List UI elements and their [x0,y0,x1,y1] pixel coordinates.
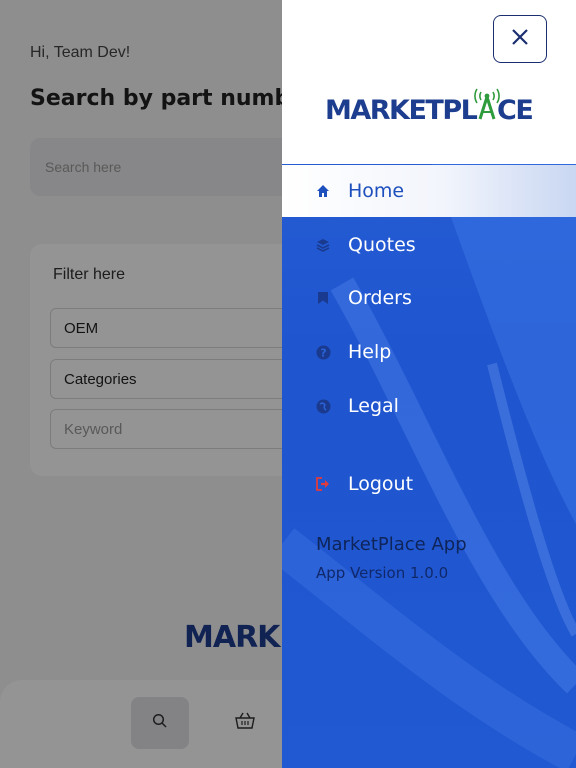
menu-label-quotes: Quotes [348,234,416,256]
brand-text-right: CE [497,95,532,126]
menu-label-legal: Legal [348,395,399,417]
layers-icon [315,237,331,253]
menu-label-help: Help [348,341,392,363]
menu-item-orders[interactable]: Orders [282,272,576,324]
antenna-icon [474,88,500,120]
menu-item-home[interactable]: Home [282,165,576,217]
menu-item-legal[interactable]: Legal [282,380,576,432]
side-drawer: MARKETPL CE Home Quotes Orders ? Help Le… [282,0,576,768]
menu-item-quotes[interactable]: Quotes [282,219,576,271]
menu-label-logout: Logout [348,473,414,495]
menu-item-logout[interactable]: Logout [282,458,576,510]
app-name: MarketPlace App [316,534,467,555]
help-icon: ? [315,344,331,360]
app-version: App Version 1.0.0 [316,564,449,582]
close-icon [511,28,529,50]
svg-text:?: ? [320,346,326,359]
menu-label-orders: Orders [348,287,412,309]
marketplace-logo: MARKETPL CE [325,88,535,128]
menu-item-help[interactable]: ? Help [282,326,576,378]
close-button[interactable] [493,15,547,63]
home-icon [315,183,331,199]
menu-label-home: Home [348,180,405,202]
bookmark-icon [315,290,331,306]
globe-icon [315,398,331,414]
logout-icon [315,476,331,492]
brand-text-left: MARKETPL [325,95,478,126]
